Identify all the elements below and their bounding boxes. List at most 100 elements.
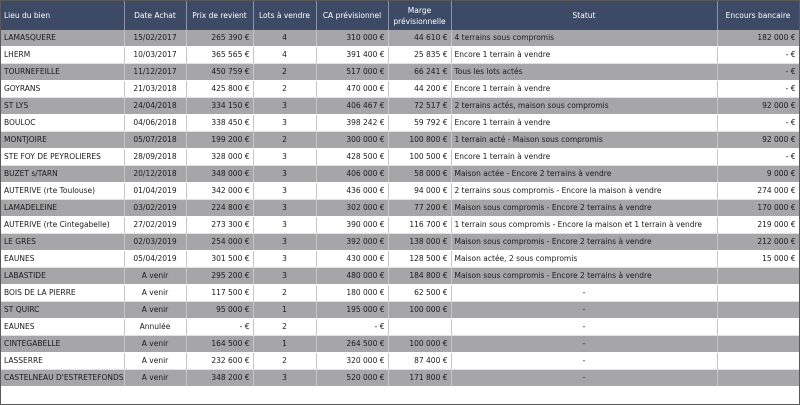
cell-prix-revient[interactable]: 273 300 € <box>186 216 254 234</box>
cell-encours[interactable] <box>717 335 799 353</box>
cell-ca[interactable]: 392 000 € <box>316 233 389 251</box>
cell-marge[interactable]: 44 200 € <box>388 80 452 98</box>
cell-marge[interactable]: 72 517 € <box>388 97 452 115</box>
cell-ca[interactable]: 520 000 € <box>316 369 389 387</box>
cell-marge[interactable]: 100 800 € <box>388 131 452 149</box>
cell-statut[interactable]: 1 terrain sous compromis - Encore la mai… <box>451 216 718 234</box>
cell-encours[interactable]: 219 000 € <box>717 216 799 234</box>
cell-lots[interactable]: 2 <box>253 284 317 302</box>
cell-ca[interactable]: 428 500 € <box>316 148 389 166</box>
cell-date-achat[interactable]: 21/03/2018 <box>124 80 187 98</box>
cell-lieu[interactable]: BOULOC <box>1 114 125 132</box>
cell-statut[interactable]: Encore 1 terrain à vendre <box>451 148 718 166</box>
cell-date-achat[interactable]: 01/04/2019 <box>124 182 187 200</box>
cell-prix-revient[interactable]: 348 000 € <box>186 165 254 183</box>
table-row[interactable]: AUTERIVE (rte Toulouse) 01/04/2019 342 000… <box>1 182 799 200</box>
cell-lieu[interactable]: LHERM <box>1 46 125 64</box>
cell-lots[interactable]: 3 <box>253 250 317 268</box>
cell-lieu[interactable]: MONTJOIRE <box>1 131 125 149</box>
cell-ca[interactable]: 398 242 € <box>316 114 389 132</box>
cell-prix-revient[interactable]: 450 759 € <box>186 63 254 81</box>
cell-lots[interactable]: 2 <box>253 318 317 336</box>
cell-prix-revient[interactable]: 342 000 € <box>186 182 254 200</box>
cell-marge[interactable]: 66 241 € <box>388 63 452 81</box>
cell-encours[interactable]: 170 000 € <box>717 199 799 217</box>
cell-lots[interactable]: 4 <box>253 46 317 64</box>
cell-prix-revient[interactable]: 95 000 € <box>186 301 254 319</box>
cell-ca[interactable]: - € <box>316 318 389 336</box>
cell-lieu[interactable]: TOURNEFEILLE <box>1 63 125 81</box>
cell-lots[interactable]: 3 <box>253 216 317 234</box>
cell-lieu[interactable]: ST QUIRC <box>1 301 125 319</box>
table-row[interactable]: STE FOY DE PEYROLIERES 28/09/2018 328 000 … <box>1 148 799 166</box>
cell-encours[interactable]: - € <box>717 114 799 132</box>
cell-marge[interactable]: 25 835 € <box>388 46 452 64</box>
cell-date-achat[interactable]: 05/07/2018 <box>124 131 187 149</box>
cell-date-achat[interactable]: A venir <box>124 301 187 319</box>
header-lots[interactable]: Lots à vendre <box>253 1 317 30</box>
cell-lieu[interactable]: AUTERIVE (rte Toulouse) <box>1 182 125 200</box>
cell-statut[interactable]: 4 terrains sous compromis <box>451 30 718 47</box>
cell-lieu[interactable]: EAUNES <box>1 318 125 336</box>
table-row[interactable]: EAUNES 05/04/2019 301 500 €3 430 000 €128 5… <box>1 250 799 268</box>
cell-ca[interactable]: 390 000 € <box>316 216 389 234</box>
cell-date-achat[interactable]: 28/09/2018 <box>124 148 187 166</box>
cell-encours[interactable]: - € <box>717 63 799 81</box>
table-row[interactable]: CASTELNEAU D'ESTRETEFONDS A venir 348 200 … <box>1 369 799 387</box>
cell-ca[interactable]: 406 000 € <box>316 165 389 183</box>
cell-date-achat[interactable]: Annulée <box>124 318 187 336</box>
cell-encours[interactable]: - € <box>717 46 799 64</box>
cell-lots[interactable]: 1 <box>253 301 317 319</box>
table-row[interactable]: BUZET s/TARN 20/12/2018 348 000 €3 406 000 … <box>1 165 799 183</box>
cell-encours[interactable] <box>717 352 799 370</box>
cell-ca[interactable]: 180 000 € <box>316 284 389 302</box>
cell-statut[interactable]: Encore 1 terrain à vendre <box>451 114 718 132</box>
cell-marge[interactable]: 77 200 € <box>388 199 452 217</box>
cell-lots[interactable]: 4 <box>253 30 317 47</box>
table-row[interactable]: BOULOC 04/06/2018 338 450 €3 398 242 €59 79… <box>1 114 799 132</box>
cell-lots[interactable]: 3 <box>253 114 317 132</box>
cell-ca[interactable]: 436 000 € <box>316 182 389 200</box>
cell-statut[interactable]: 1 terrain acté - Maison sous compromis <box>451 131 718 149</box>
header-ca[interactable]: CA prévisionnel <box>316 1 389 30</box>
cell-prix-revient[interactable]: 338 450 € <box>186 114 254 132</box>
cell-statut[interactable]: Maison sous compromis - Encore 2 terrain… <box>451 199 718 217</box>
cell-encours[interactable]: 182 000 € <box>717 30 799 47</box>
cell-lieu[interactable]: CINTEGABELLE <box>1 335 125 353</box>
header-prix-revient[interactable]: Prix de revient <box>186 1 254 30</box>
table-row[interactable]: LE GRES 02/03/2019 254 000 €3 392 000 €138 … <box>1 233 799 251</box>
cell-lots[interactable]: 3 <box>253 267 317 285</box>
table-row[interactable]: AUTERIVE (rte Cintegabelle) 27/02/2019 273… <box>1 216 799 234</box>
cell-encours[interactable]: 92 000 € <box>717 131 799 149</box>
cell-date-achat[interactable]: 20/12/2018 <box>124 165 187 183</box>
cell-ca[interactable]: 480 000 € <box>316 267 389 285</box>
cell-date-achat[interactable]: 03/02/2019 <box>124 199 187 217</box>
cell-ca[interactable]: 430 000 € <box>316 250 389 268</box>
cell-date-achat[interactable]: 02/03/2019 <box>124 233 187 251</box>
table-row[interactable]: LAMASQUERE 15/02/2017 265 390 €4 310 000 €4… <box>1 30 799 47</box>
cell-encours[interactable] <box>717 318 799 336</box>
table-row[interactable]: ST QUIRC A venir 95 000 €1 195 000 €100 000… <box>1 301 799 319</box>
cell-marge[interactable]: 116 700 € <box>388 216 452 234</box>
cell-prix-revient[interactable]: 295 200 € <box>186 267 254 285</box>
cell-prix-revient[interactable]: 301 500 € <box>186 250 254 268</box>
cell-encours[interactable] <box>717 369 799 387</box>
cell-encours[interactable]: 212 000 € <box>717 233 799 251</box>
cell-encours[interactable] <box>717 284 799 302</box>
table-row[interactable]: MONTJOIRE 05/07/2018 199 200 €2 300 000 €10… <box>1 131 799 149</box>
cell-ca[interactable]: 300 000 € <box>316 131 389 149</box>
table-row[interactable]: EAUNES Annulée - €2- € - <box>1 318 799 336</box>
cell-prix-revient[interactable]: 224 800 € <box>186 199 254 217</box>
cell-prix-revient[interactable]: 117 500 € <box>186 284 254 302</box>
header-date-achat[interactable]: Date Achat <box>124 1 187 30</box>
cell-marge[interactable]: 44 610 € <box>388 30 452 47</box>
cell-lieu[interactable]: BOIS DE LA PIERRE <box>1 284 125 302</box>
cell-lots[interactable]: 3 <box>253 233 317 251</box>
cell-statut[interactable]: Encore 1 terrain à vendre <box>451 80 718 98</box>
cell-lieu[interactable]: LABASTIDE <box>1 267 125 285</box>
cell-prix-revient[interactable]: 425 800 € <box>186 80 254 98</box>
cell-encours[interactable]: 92 000 € <box>717 97 799 115</box>
cell-lieu[interactable]: LAMADELEINE <box>1 199 125 217</box>
cell-ca[interactable]: 310 000 € <box>316 30 389 47</box>
header-lieu[interactable]: Lieu du bien <box>1 1 125 30</box>
